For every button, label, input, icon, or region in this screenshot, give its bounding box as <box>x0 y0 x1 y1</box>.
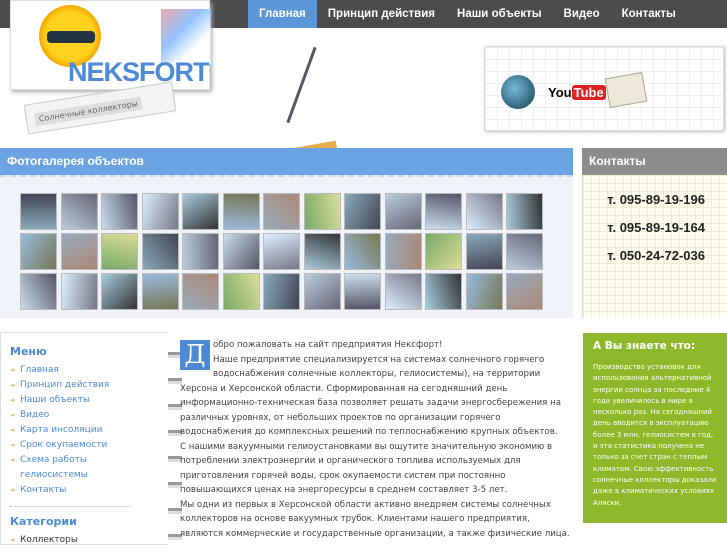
phone-1: т. 095-89-19-196 <box>607 192 705 207</box>
gallery-thumbnail[interactable] <box>101 193 138 230</box>
paragraph-2: С нашими вакуумными гелиоустановками вы … <box>180 441 553 496</box>
gallery-thumbnail[interactable] <box>344 273 381 310</box>
gallery-thumbnail[interactable] <box>344 233 381 270</box>
gallery-thumbnail[interactable] <box>101 233 138 270</box>
gallery-thumbnail[interactable] <box>303 233 341 270</box>
gallery-thumbnail[interactable] <box>384 233 422 270</box>
mail-icon[interactable] <box>604 71 648 109</box>
gallery-thumbnail[interactable] <box>60 193 98 230</box>
youtube-icon[interactable]: You Tube <box>548 85 606 100</box>
gallery-thumbnail[interactable] <box>506 273 543 310</box>
gallery-thumbnail[interactable] <box>465 273 503 310</box>
menu-item-insolation[interactable]: Карта инсоляции <box>10 423 170 438</box>
nav-objects[interactable]: Наши объекты <box>446 0 553 28</box>
menu-item-home[interactable]: Главная <box>10 363 170 378</box>
gallery-thumbnail[interactable] <box>20 233 57 270</box>
phone-3: т. 050-24-72-036 <box>607 248 705 263</box>
gallery-thumbnail[interactable] <box>425 193 462 230</box>
gallery-thumbnail[interactable] <box>303 273 341 310</box>
gallery-thumbnail[interactable] <box>425 233 462 270</box>
divider <box>10 506 130 507</box>
gallery-thumbnail[interactable] <box>20 193 57 230</box>
gallery-thumbnail[interactable] <box>60 273 98 310</box>
logo[interactable]: NEKSFORT <box>10 0 211 90</box>
sunglasses-icon <box>47 31 95 43</box>
did-you-know-box: А Вы знаете что: Производство установок … <box>583 333 727 523</box>
menu-item-video[interactable]: Видео <box>10 408 170 423</box>
nav-contacts[interactable]: Контакты <box>611 0 687 28</box>
gallery-thumbnail[interactable] <box>506 193 543 230</box>
gallery-thumbnail[interactable] <box>222 193 260 230</box>
categories-title: Категории <box>10 515 77 528</box>
gallery-thumbnail[interactable] <box>465 193 503 230</box>
phone-2: т. 095-89-19-164 <box>607 220 705 235</box>
main-nav: Главная Принцип действия Наши объекты Ви… <box>248 0 687 28</box>
gallery-thumbnail[interactable] <box>263 273 300 310</box>
gallery-thumbnail[interactable] <box>60 233 98 270</box>
brand-name: NEKSFORT <box>68 57 209 87</box>
paragraph-1: Наше предприятие специализируется на сис… <box>180 354 561 438</box>
gallery-thumbnail[interactable] <box>344 193 381 230</box>
gallery-thumbnail[interactable] <box>182 233 219 270</box>
gallery-title: Фотогалерея объектов <box>0 148 573 175</box>
menu-title: Меню <box>10 345 47 358</box>
gallery-thumbnail[interactable] <box>141 233 179 270</box>
category-collectors[interactable]: Коллекторы <box>10 533 170 548</box>
gallery-thumbnail[interactable] <box>384 193 422 230</box>
gallery-thumbnail[interactable] <box>465 233 503 270</box>
house-icon <box>161 9 211 64</box>
gallery-thumbnail[interactable] <box>506 233 543 270</box>
menu-item-objects[interactable]: Наши объекты <box>10 393 170 408</box>
gallery-thumbnail[interactable] <box>222 273 260 310</box>
fact-title: А Вы знаете что: <box>593 340 696 352</box>
gallery-thumbnail[interactable] <box>182 193 219 230</box>
nav-home[interactable]: Главная <box>248 0 317 28</box>
gallery-thumbnail[interactable] <box>141 193 179 230</box>
gallery-thumbnail[interactable] <box>303 193 341 230</box>
menu-item-contacts[interactable]: Контакты <box>10 483 170 498</box>
menu-item-scheme[interactable]: Схема работы гелиосистемы <box>10 453 100 483</box>
gallery-thumbnail[interactable] <box>222 233 260 270</box>
social-links: You Tube <box>484 46 724 131</box>
gallery-thumbnail[interactable] <box>101 273 138 310</box>
fact-text: Производство установок для использования… <box>593 363 717 507</box>
dropcap: Д <box>180 340 210 370</box>
contacts-panel: т. 095-89-19-196 т. 095-89-19-164 т. 050… <box>582 175 727 318</box>
gallery-thumbnail[interactable] <box>425 273 462 310</box>
paragraph-3: Мы одни из первых в Херсонской области а… <box>180 499 570 539</box>
gallery-thumbnail[interactable] <box>182 273 219 310</box>
gallery <box>0 175 573 318</box>
gallery-thumbnail[interactable] <box>263 233 300 270</box>
gallery-thumbnail[interactable] <box>263 193 300 230</box>
menu-item-payback[interactable]: Срок окупаемости <box>10 438 170 453</box>
nav-principle[interactable]: Принцип действия <box>317 0 446 28</box>
menu-item-principle[interactable]: Принцип действия <box>10 378 170 393</box>
gallery-thumbnail[interactable] <box>384 273 422 310</box>
compass-icon <box>286 46 317 124</box>
nav-video[interactable]: Видео <box>553 0 611 28</box>
gallery-thumbnails <box>20 193 543 310</box>
youtube-tube: Tube <box>571 85 606 100</box>
sidebar-menu: Меню Главная Принцип действия Наши объек… <box>0 332 170 548</box>
contacts-title: Контакты <box>582 148 727 175</box>
youtube-you: You <box>548 85 572 100</box>
gallery-thumbnail[interactable] <box>141 273 179 310</box>
globe-icon[interactable] <box>501 75 535 109</box>
tagline: Солнечные коллекторы <box>34 96 143 127</box>
gallery-thumbnail[interactable] <box>20 273 57 310</box>
welcome-text: обро пожаловать на сайт предприятия Некс… <box>213 340 443 350</box>
main-content: Д обро пожаловать на сайт предприятия Не… <box>180 338 570 541</box>
